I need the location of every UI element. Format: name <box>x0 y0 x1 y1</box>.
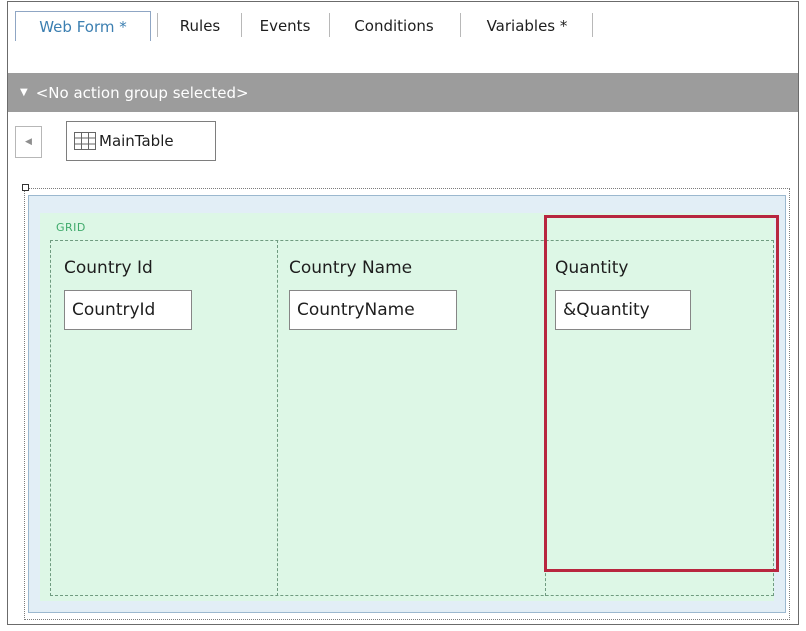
tab-separator <box>329 13 330 37</box>
tab-events-label: Events <box>259 17 311 35</box>
web-form-editor: Web Form * Rules Events Conditions Varia… <box>7 1 799 625</box>
tab-variables-label: Variables * <box>486 17 568 35</box>
breadcrumb-main-table[interactable]: MainTable <box>66 121 216 161</box>
action-group-label: <No action group selected> <box>35 83 249 102</box>
resize-handle[interactable] <box>22 184 29 191</box>
breadcrumb-label: MainTable <box>99 132 174 150</box>
chevron-left-icon: ◀ <box>25 137 32 147</box>
countryid-field[interactable]: CountryId <box>64 290 192 330</box>
column-title-country-name[interactable]: Country Name <box>289 258 412 278</box>
tab-conditions-label: Conditions <box>354 17 434 35</box>
grid-label: GRID <box>56 221 86 234</box>
tab-events[interactable]: Events <box>247 11 323 41</box>
table-icon <box>74 132 96 150</box>
tab-separator <box>241 13 242 37</box>
grid-column-divider <box>277 240 278 596</box>
tab-variables[interactable]: Variables * <box>466 11 588 41</box>
tab-separator <box>592 13 593 37</box>
breadcrumb-back-button[interactable]: ◀ <box>15 126 42 158</box>
caret-down-icon: ▼ <box>20 87 28 98</box>
tab-rules-label: Rules <box>179 17 221 35</box>
tab-rules[interactable]: Rules <box>165 11 235 41</box>
column-title-quantity[interactable]: Quantity <box>555 258 628 278</box>
tab-separator <box>157 13 158 37</box>
tab-web-form[interactable]: Web Form * <box>15 11 151 41</box>
tab-separator <box>460 13 461 37</box>
column-title-country-id[interactable]: Country Id <box>64 258 153 278</box>
grid-column-divider <box>545 240 546 596</box>
tab-web-form-label: Web Form * <box>39 17 127 36</box>
tab-conditions[interactable]: Conditions <box>333 11 455 41</box>
countryname-field[interactable]: CountryName <box>289 290 457 330</box>
action-group-selector[interactable]: ▼ <No action group selected> <box>8 73 798 112</box>
quantity-variable-field[interactable]: &Quantity <box>555 290 691 330</box>
editor-tabstrip: Web Form * Rules Events Conditions Varia… <box>8 2 798 52</box>
